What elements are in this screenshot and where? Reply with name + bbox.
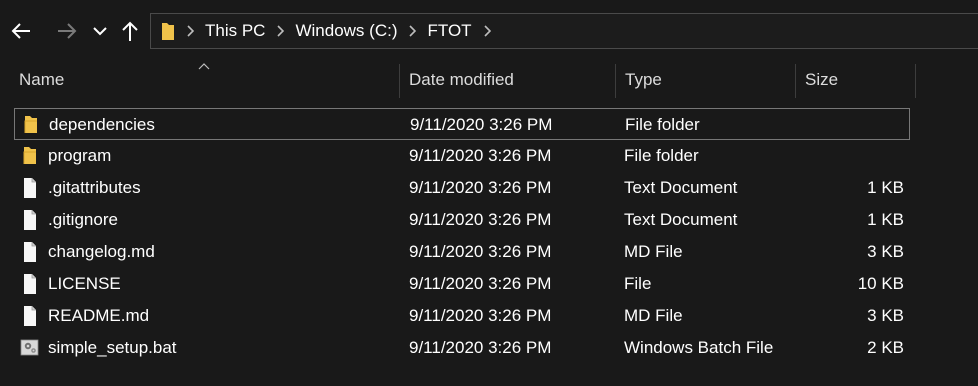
breadcrumb-label: Windows (C:) xyxy=(295,21,398,40)
arrow-right-icon xyxy=(58,23,77,39)
breadcrumb-separator[interactable] xyxy=(401,14,423,48)
breadcrumb-label: FTOT xyxy=(427,21,472,40)
file-size: 3 KB xyxy=(867,306,904,325)
file-name: changelog.md xyxy=(48,242,155,261)
column-type-label: Type xyxy=(625,70,662,89)
column-size-header[interactable]: Size xyxy=(796,62,915,98)
document-icon xyxy=(20,236,40,268)
file-type: Windows Batch File xyxy=(624,338,774,357)
file-size: 2 KB xyxy=(867,338,904,357)
breadcrumb-label: This PC xyxy=(205,21,266,40)
breadcrumb-this-pc[interactable]: This PC xyxy=(201,14,269,48)
breadcrumb-separator[interactable] xyxy=(476,14,498,48)
document-icon xyxy=(20,172,40,204)
folder-icon xyxy=(21,109,41,141)
file-name: README.md xyxy=(48,306,150,325)
column-date-header[interactable]: Date modified xyxy=(400,62,615,98)
chevron-right-icon xyxy=(277,25,285,37)
file-name: LICENSE xyxy=(48,274,121,293)
file-type: File folder xyxy=(625,115,700,134)
file-date: 9/11/2020 3:26 PM xyxy=(409,338,552,357)
file-row[interactable]: .gitattributes 9/11/2020 3:26 PM Text Do… xyxy=(14,172,910,204)
breadcrumb-separator[interactable] xyxy=(269,14,291,48)
file-type: Text Document xyxy=(624,178,738,197)
file-row[interactable]: simple_setup.bat 9/11/2020 3:26 PM Windo… xyxy=(14,332,910,364)
file-name: program xyxy=(48,146,112,165)
file-type: Text Document xyxy=(624,210,738,229)
document-icon xyxy=(20,300,40,332)
arrow-left-icon xyxy=(11,23,30,39)
file-size: 3 KB xyxy=(867,242,904,261)
column-header: Name Date modified Type Size xyxy=(0,62,978,98)
column-date-label: Date modified xyxy=(409,70,514,89)
file-date: 9/11/2020 3:26 PM xyxy=(409,306,552,325)
file-type: MD File xyxy=(624,242,683,261)
file-date: 9/11/2020 3:26 PM xyxy=(409,210,552,229)
address-bar[interactable]: This PC Windows (C:) FTOT xyxy=(150,13,978,49)
column-divider[interactable] xyxy=(915,64,916,98)
file-row[interactable]: dependencies 9/11/2020 3:26 PM File fold… xyxy=(14,108,910,140)
folder-icon xyxy=(162,23,174,40)
chevron-right-icon xyxy=(483,25,491,37)
file-date: 9/11/2020 3:26 PM xyxy=(409,274,552,293)
file-row[interactable]: program 9/11/2020 3:26 PM File folder xyxy=(14,140,910,172)
column-name-header[interactable]: Name xyxy=(10,62,399,98)
file-date: 9/11/2020 3:26 PM xyxy=(409,242,552,261)
document-icon xyxy=(20,204,40,236)
file-row[interactable]: README.md 9/11/2020 3:26 PM MD File 3 KB xyxy=(14,300,910,332)
column-type-header[interactable]: Type xyxy=(616,62,795,98)
file-row[interactable]: LICENSE 9/11/2020 3:26 PM File 10 KB xyxy=(14,268,910,300)
file-row[interactable]: .gitignore 9/11/2020 3:26 PM Text Docume… xyxy=(14,204,910,236)
batch-file-icon xyxy=(20,332,40,364)
chevron-right-icon xyxy=(409,25,417,37)
arrow-up-icon xyxy=(122,21,138,41)
file-name: dependencies xyxy=(49,115,155,134)
breadcrumb-windows-c[interactable]: Windows (C:) xyxy=(291,14,401,48)
file-type: File folder xyxy=(624,146,699,165)
file-date: 9/11/2020 3:26 PM xyxy=(410,115,553,134)
file-type: File xyxy=(624,274,652,293)
folder-icon xyxy=(20,140,40,172)
file-size: 1 KB xyxy=(867,210,904,229)
recent-locations-button[interactable] xyxy=(90,14,110,48)
document-icon xyxy=(20,268,40,300)
breadcrumb-separator[interactable] xyxy=(179,14,201,48)
file-name: .gitattributes xyxy=(48,178,141,197)
breadcrumb-ftot[interactable]: FTOT xyxy=(423,14,475,48)
navigation-toolbar: This PC Windows (C:) FTOT xyxy=(0,0,978,62)
chevron-down-icon xyxy=(93,27,107,36)
file-row[interactable]: changelog.md 9/11/2020 3:26 PM MD File 3… xyxy=(14,236,910,268)
file-size: 1 KB xyxy=(867,178,904,197)
file-name: simple_setup.bat xyxy=(48,338,177,357)
file-date: 9/11/2020 3:26 PM xyxy=(409,146,552,165)
up-button[interactable] xyxy=(119,14,141,48)
forward-button[interactable] xyxy=(54,14,80,48)
file-type: MD File xyxy=(624,306,683,325)
file-date: 9/11/2020 3:26 PM xyxy=(409,178,552,197)
column-size-label: Size xyxy=(805,70,839,89)
file-name: .gitignore xyxy=(48,210,118,229)
location-icon-wrap xyxy=(157,14,179,48)
chevron-right-icon xyxy=(187,25,194,37)
column-name-label: Name xyxy=(19,70,65,89)
back-button[interactable] xyxy=(8,14,34,48)
file-size: 10 KB xyxy=(857,274,904,293)
